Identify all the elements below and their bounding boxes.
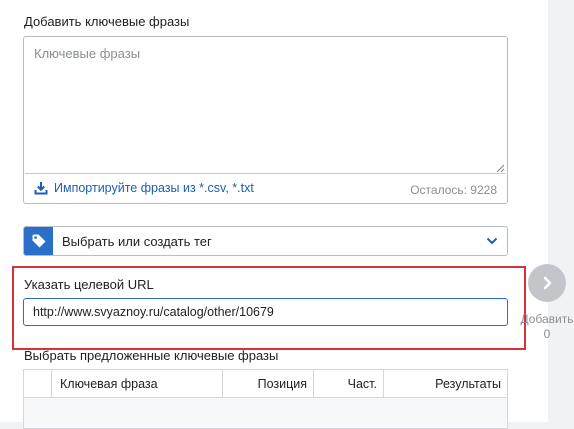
column-results[interactable]: Результаты — [384, 370, 507, 398]
keyword-panel: Добавить ключевые фразы Импортируйте фра… — [0, 0, 548, 429]
add-count: 0 — [543, 327, 551, 341]
download-icon — [34, 182, 48, 195]
tag-icon — [32, 234, 45, 248]
suggested-keywords-label: Выбрать предложенные ключевые фразы — [24, 348, 279, 363]
column-position[interactable]: Позиция — [223, 370, 314, 398]
column-keyword[interactable]: Ключевая фраза — [52, 370, 223, 398]
chevron-right-icon — [543, 276, 552, 290]
add-keywords-button[interactable] — [528, 264, 566, 302]
column-frequency[interactable]: Част. — [314, 370, 384, 398]
table-header: Ключевая фраза Позиция Част. Результаты — [24, 370, 507, 398]
target-url-label: Указать целевой URL — [24, 277, 154, 292]
tag-select-value: Выбрать или создать тег — [62, 234, 212, 249]
keywords-box: Импортируйте фразы из *.csv, *.txt Остал… — [23, 36, 508, 204]
remaining-count: Осталось: 9228 — [410, 183, 497, 197]
resize-grip-icon[interactable] — [496, 164, 505, 173]
chevron-down-icon — [486, 237, 498, 245]
add-keywords-label: Добавить 0 — [516, 312, 574, 342]
import-link-text: Импортируйте фразы из *.csv, *.txt — [54, 181, 254, 195]
select-all-column[interactable] — [24, 370, 52, 398]
tag-icon-container — [24, 227, 53, 255]
target-url-input[interactable] — [23, 298, 508, 326]
add-label-text: Добавить — [520, 312, 574, 326]
tag-select[interactable]: Выбрать или создать тег — [23, 226, 508, 256]
keywords-textarea[interactable] — [25, 38, 506, 174]
keywords-label: Добавить ключевые фразы — [24, 14, 190, 29]
suggested-keywords-table: Ключевая фраза Позиция Част. Результаты — [23, 369, 508, 429]
import-phrases-link[interactable]: Импортируйте фразы из *.csv, *.txt — [34, 181, 254, 195]
